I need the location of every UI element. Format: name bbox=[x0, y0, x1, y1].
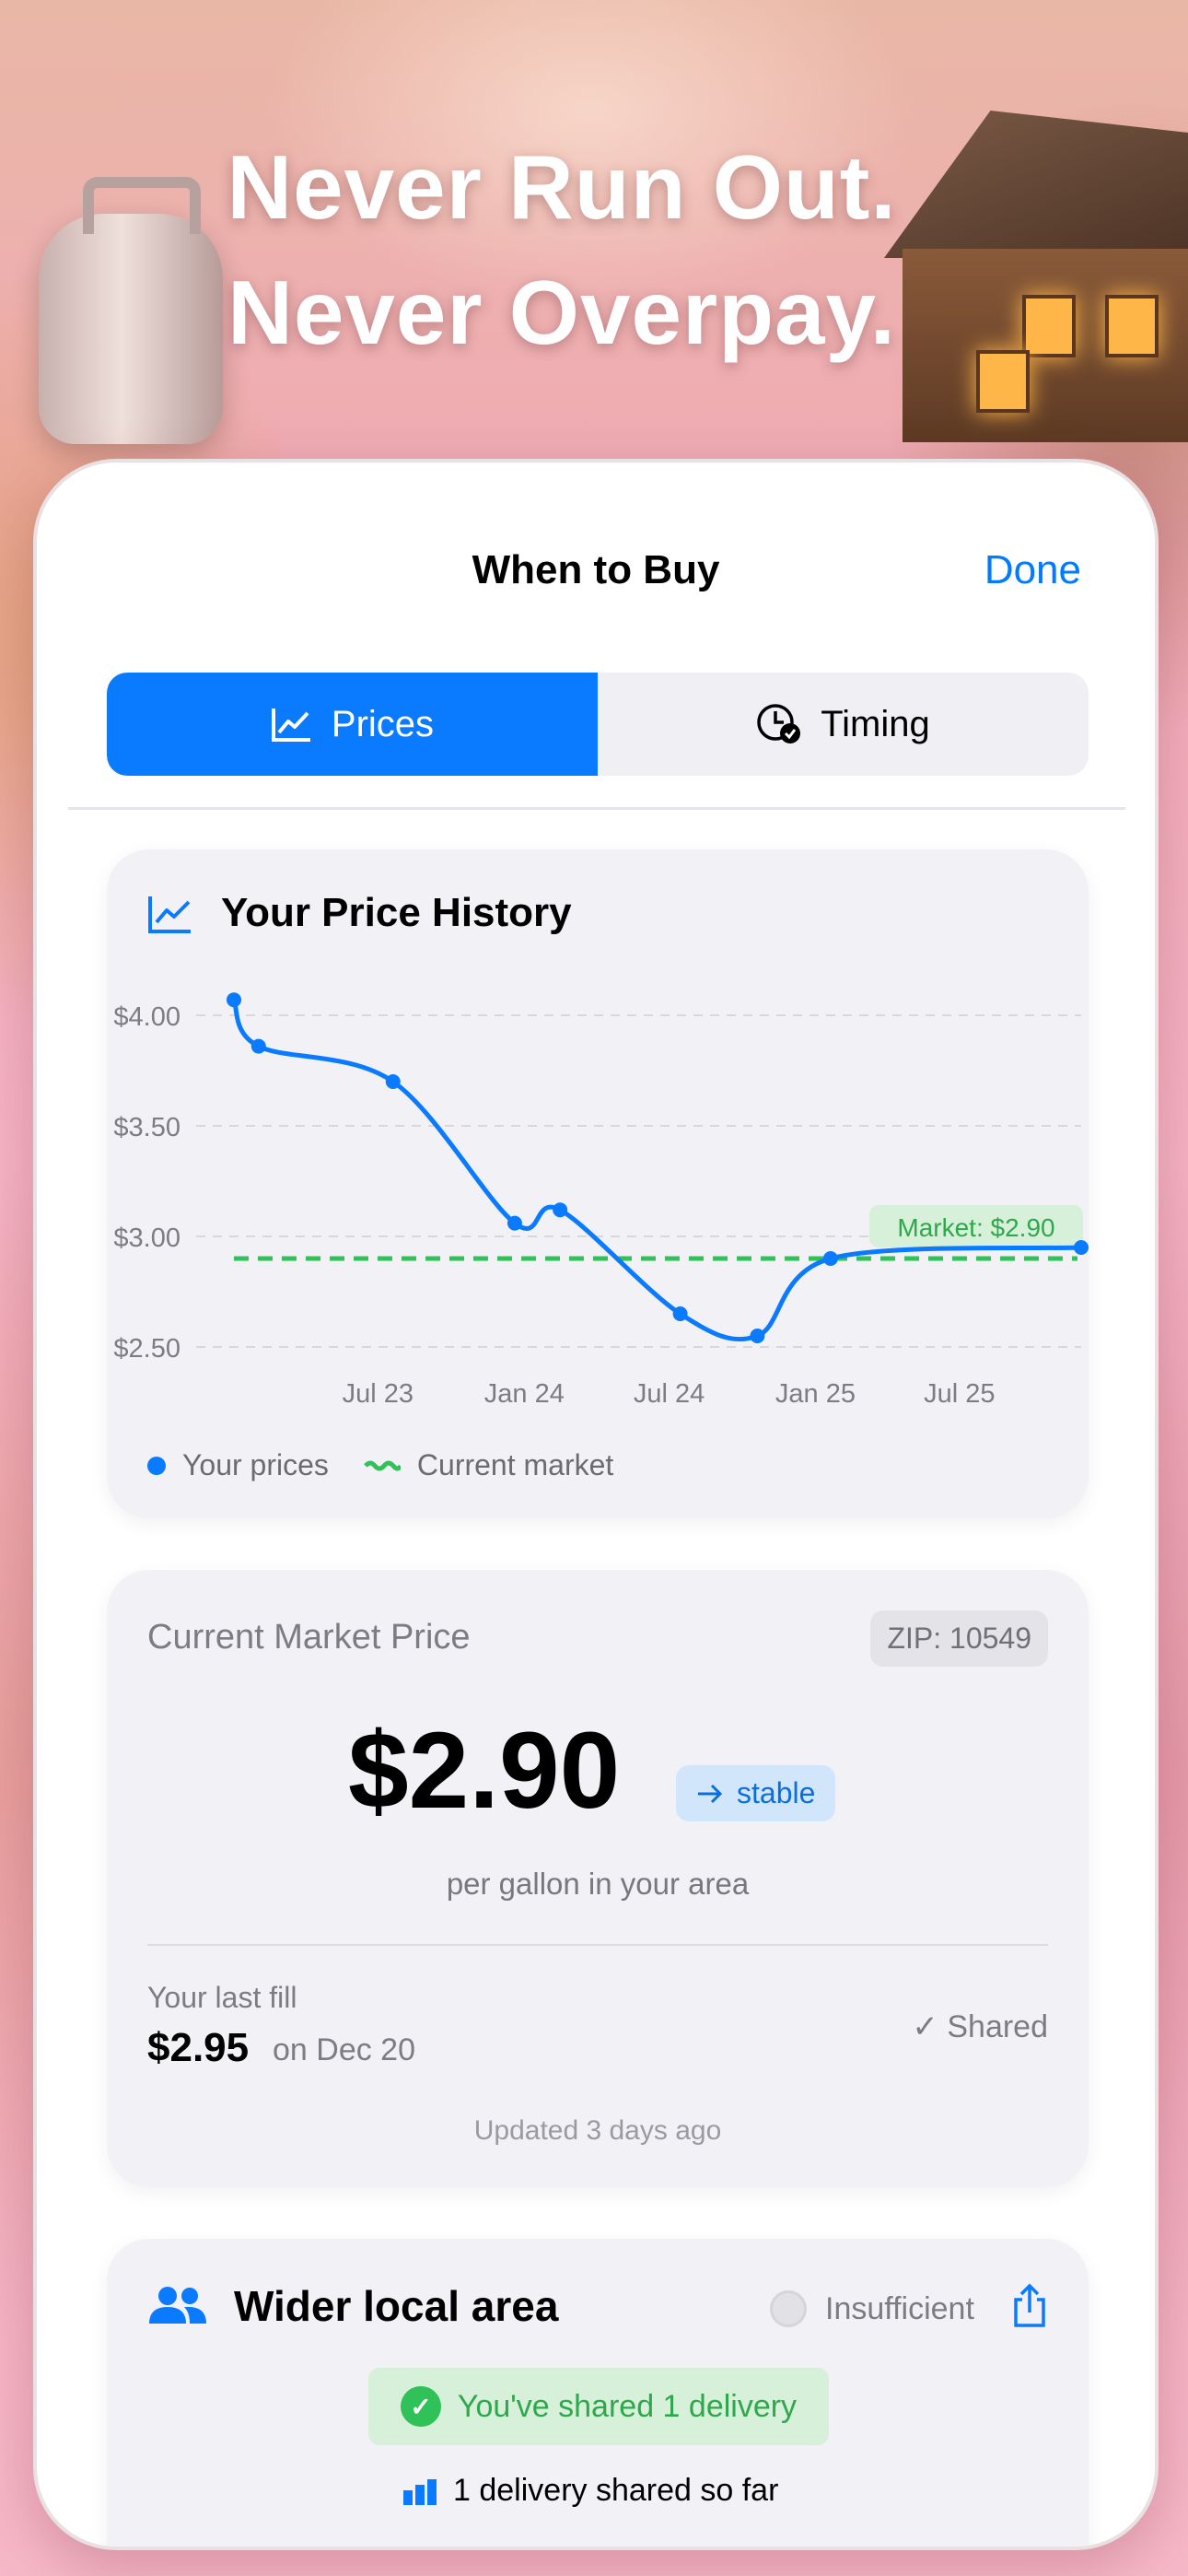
market-price-value: $2.90 bbox=[348, 1710, 621, 1832]
tab-prices-label: Prices bbox=[331, 703, 435, 744]
arrow-right-icon bbox=[698, 1784, 723, 1803]
last-fill-date: on Dec 20 bbox=[273, 2032, 415, 2067]
x-tick-label: Jul 25 bbox=[924, 1379, 995, 1409]
tab-prices[interactable]: Prices bbox=[107, 673, 598, 776]
headline-line-1: Never Run Out. bbox=[227, 136, 897, 238]
trend-label: stable bbox=[737, 1776, 816, 1809]
done-button[interactable]: Done bbox=[984, 547, 1081, 593]
shared-status: ✓ Shared bbox=[912, 2009, 1048, 2044]
price-line bbox=[231, 999, 1082, 1342]
y-tick-label: $4.00 bbox=[113, 1002, 181, 1032]
price-point bbox=[750, 1329, 765, 1343]
price-point bbox=[250, 1038, 266, 1054]
price-history-card: Your Price History $4.00 $3.50 $3.00 $2.50 J… bbox=[107, 849, 1089, 1518]
people-icon bbox=[149, 2287, 206, 2324]
when-to-buy-sheet: When to Buy Done Prices Timing Your Pric… bbox=[33, 459, 1159, 2550]
chart-line-icon bbox=[271, 708, 310, 742]
divider bbox=[147, 1944, 1048, 1946]
updated-timestamp: Updated 3 days ago bbox=[473, 2115, 722, 2146]
legend-your-prices-marker bbox=[147, 1456, 166, 1475]
trend-badge: stable bbox=[676, 1765, 836, 1821]
x-tick-label: Jan 24 bbox=[484, 1379, 565, 1409]
market-label: Market: $2.90 bbox=[897, 1213, 1054, 1242]
price-point bbox=[385, 1074, 401, 1089]
share-icon[interactable] bbox=[1011, 2283, 1048, 2329]
legend-current-market: Current market bbox=[416, 1448, 614, 1481]
headline-line-2: Never Overpay. bbox=[227, 262, 896, 363]
last-fill-price: $2.95 bbox=[147, 2025, 250, 2070]
clock-check-icon bbox=[757, 704, 801, 744]
status-dot-icon bbox=[770, 2290, 807, 2327]
headline: Never Run Out. Never Overpay. bbox=[0, 124, 1188, 375]
deliveries-so-far-label: 1 delivery shared so far bbox=[453, 2473, 779, 2508]
price-point bbox=[227, 992, 241, 1008]
zip-badge: ZIP: 10549 bbox=[870, 1610, 1048, 1667]
y-tick-label: $2.50 bbox=[113, 1334, 181, 1364]
checkmark-icon: ✓ bbox=[400, 2386, 441, 2427]
market-price-label: Current Market Price bbox=[147, 1618, 471, 1657]
price-point bbox=[507, 1215, 522, 1231]
segmented-control: Prices Timing bbox=[107, 673, 1089, 776]
price-point bbox=[1074, 1240, 1089, 1255]
x-tick-label: Jul 23 bbox=[343, 1379, 413, 1409]
legend-your-prices: Your prices bbox=[182, 1448, 329, 1481]
shared-delivery-pill: ✓ You've shared 1 delivery bbox=[368, 2368, 829, 2445]
y-tick-label: $3.00 bbox=[113, 1224, 181, 1253]
x-tick-label: Jul 24 bbox=[634, 1379, 705, 1409]
bar-chart-icon bbox=[403, 2478, 437, 2505]
wider-area-title: Wider local area bbox=[234, 2282, 559, 2330]
price-point bbox=[822, 1251, 838, 1266]
price-point bbox=[672, 1306, 688, 1321]
divider bbox=[68, 807, 1125, 810]
wider-area-card: Wider local area Insufficient ✓ You've s… bbox=[107, 2239, 1089, 2547]
price-point bbox=[553, 1202, 568, 1218]
x-tick-label: Jan 25 bbox=[775, 1379, 856, 1409]
status-label: Insufficient bbox=[825, 2290, 974, 2326]
last-fill-label: Your last fill bbox=[147, 1981, 297, 2014]
chart-legend: Your prices Current market bbox=[147, 1448, 613, 1482]
market-price-card: Current Market Price ZIP: 10549 $2.90 st… bbox=[107, 1570, 1089, 2187]
deliveries-so-far: 1 delivery shared so far bbox=[402, 2473, 778, 2509]
legend-market-marker bbox=[363, 1460, 401, 1470]
data-status: Insufficient bbox=[770, 2290, 974, 2327]
shared-delivery-label: You've shared 1 delivery bbox=[457, 2388, 798, 2424]
per-unit-caption: per gallon in your area bbox=[446, 1867, 750, 1901]
price-history-chart: $4.00 $3.50 $3.00 $2.50 Jul 23 Jan 24 Jul 24 Ja… bbox=[113, 992, 1089, 1409]
tab-timing-label: Timing bbox=[821, 703, 930, 744]
tab-timing[interactable]: Timing bbox=[598, 673, 1089, 776]
y-tick-label: $3.50 bbox=[113, 1113, 181, 1142]
